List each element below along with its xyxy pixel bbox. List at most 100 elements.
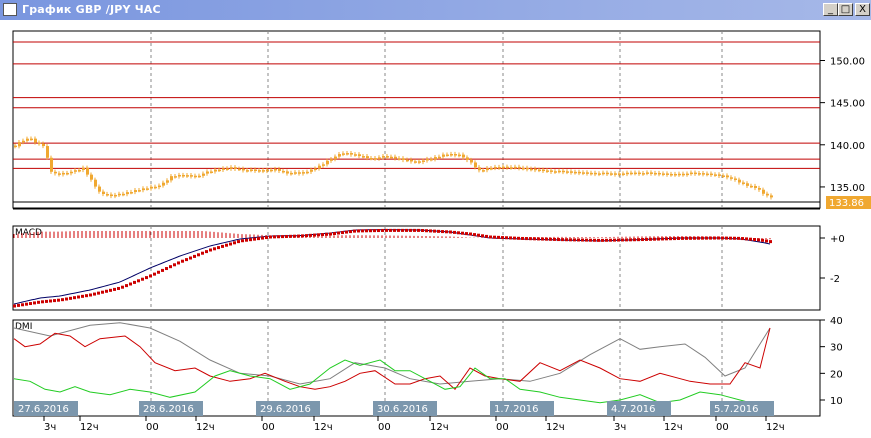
macd-signal-point bbox=[521, 236, 524, 240]
macd-signal-point bbox=[289, 234, 292, 238]
candle-body bbox=[290, 172, 293, 175]
candle-body bbox=[498, 166, 501, 169]
date-label: 28.6.2016 bbox=[143, 404, 194, 415]
candle-body bbox=[350, 153, 353, 155]
macd-signal-point bbox=[493, 235, 496, 239]
candle-body bbox=[294, 172, 297, 174]
candle-body bbox=[658, 172, 661, 175]
candle-body bbox=[246, 170, 249, 172]
date-label-box: 4.7.2016 bbox=[607, 401, 671, 416]
chart-area[interactable]: 150.00 145.00 140.00 135.00 133.86 MACD +0 -2 DM… bbox=[0, 20, 871, 438]
macd-signal-point bbox=[733, 236, 736, 240]
macd-signal-point bbox=[309, 233, 312, 237]
candle-body bbox=[638, 172, 641, 175]
macd-signal-point bbox=[269, 235, 272, 239]
macd-signal-point bbox=[229, 242, 232, 246]
candle-body bbox=[666, 173, 669, 175]
macd-signal-point bbox=[17, 303, 20, 307]
macd-signal-point bbox=[477, 233, 480, 237]
date-label: 30.6.2016 bbox=[377, 404, 428, 415]
candle-body bbox=[618, 173, 621, 175]
macd-signal-point bbox=[577, 238, 580, 242]
candle-body bbox=[478, 167, 481, 171]
macd-signal-point bbox=[461, 231, 464, 235]
macd-tick-label: +0 bbox=[830, 234, 845, 245]
candle-body bbox=[330, 159, 333, 161]
candle-body bbox=[126, 192, 129, 195]
candle-body bbox=[274, 169, 277, 171]
candle-body bbox=[426, 158, 429, 161]
candle-body bbox=[406, 159, 409, 162]
candle-body bbox=[58, 173, 61, 175]
macd-signal-point bbox=[729, 236, 732, 240]
candle-body bbox=[518, 166, 521, 169]
macd-signal-point bbox=[353, 229, 356, 233]
date-label: 1.7.2016 bbox=[494, 404, 539, 415]
macd-signal-point bbox=[73, 296, 76, 300]
macd-tick-label: -2 bbox=[830, 274, 840, 285]
macd-signal-point bbox=[25, 302, 28, 306]
macd-signal-point bbox=[209, 248, 212, 252]
macd-signal-point bbox=[145, 276, 148, 280]
window-title: График GBP /JPY ЧАС bbox=[22, 3, 161, 16]
macd-signal-point bbox=[265, 236, 268, 240]
macd-signal-point bbox=[561, 238, 564, 242]
macd-signal-point bbox=[505, 236, 508, 240]
macd-signal-point bbox=[497, 235, 500, 239]
macd-signal-point bbox=[41, 300, 44, 304]
macd-signal-point bbox=[589, 238, 592, 242]
macd-signal-point bbox=[661, 237, 664, 241]
candle-body bbox=[418, 161, 421, 163]
candle-body bbox=[550, 170, 553, 172]
candle-body bbox=[306, 171, 309, 174]
candle-body bbox=[590, 172, 593, 175]
macd-signal-point bbox=[437, 229, 440, 233]
hour-label: 00 bbox=[716, 422, 729, 433]
macd-signal-point bbox=[685, 236, 688, 240]
price-chart[interactable]: 150.00145.00140.00135.00133.86MACD+0-2DM… bbox=[0, 20, 871, 438]
macd-signal-point bbox=[157, 270, 160, 274]
macd-signal-point bbox=[233, 241, 236, 245]
macd-signal-point bbox=[625, 238, 628, 242]
hour-label: 00 bbox=[378, 422, 391, 433]
candle-body bbox=[682, 173, 685, 176]
candle-body bbox=[62, 172, 65, 175]
macd-signal-point bbox=[321, 233, 324, 237]
candle-body bbox=[18, 142, 21, 147]
macd-signal-point bbox=[177, 261, 180, 265]
macd-signal-point bbox=[105, 289, 108, 293]
candle-body bbox=[466, 157, 469, 160]
macd-signal-point bbox=[117, 286, 120, 290]
candle-body bbox=[574, 171, 577, 174]
candle-body bbox=[22, 140, 25, 143]
candle-body bbox=[686, 173, 689, 176]
candle-body bbox=[362, 156, 365, 158]
macd-signal-point bbox=[341, 231, 344, 235]
macd-signal-point bbox=[297, 234, 300, 238]
date-label-box: 5.7.2016 bbox=[710, 401, 774, 416]
candle-body bbox=[678, 173, 681, 176]
candle-body bbox=[250, 169, 253, 172]
macd-signal-point bbox=[465, 232, 468, 236]
macd-signal-point bbox=[29, 302, 32, 306]
close-button[interactable]: X bbox=[855, 3, 870, 16]
candle-body bbox=[570, 171, 573, 173]
candle-body bbox=[670, 173, 673, 176]
macd-signal-point bbox=[545, 237, 548, 241]
macd-signal-point bbox=[277, 235, 280, 239]
macd-signal-point bbox=[153, 272, 156, 276]
candle-body bbox=[578, 171, 581, 174]
macd-signal-point bbox=[169, 265, 172, 269]
macd-signal-point bbox=[133, 280, 136, 284]
macd-signal-point bbox=[645, 237, 648, 241]
candle-body bbox=[546, 170, 549, 172]
macd-signal-point bbox=[725, 236, 728, 240]
candle-body bbox=[282, 170, 285, 173]
candle-body bbox=[254, 169, 257, 172]
maximize-button[interactable]: □ bbox=[838, 3, 853, 16]
candle-body bbox=[210, 171, 213, 174]
minimize-button[interactable]: _ bbox=[823, 3, 838, 16]
candle-body bbox=[346, 153, 349, 155]
macd-signal-point bbox=[673, 237, 676, 241]
candle-body bbox=[458, 154, 461, 157]
